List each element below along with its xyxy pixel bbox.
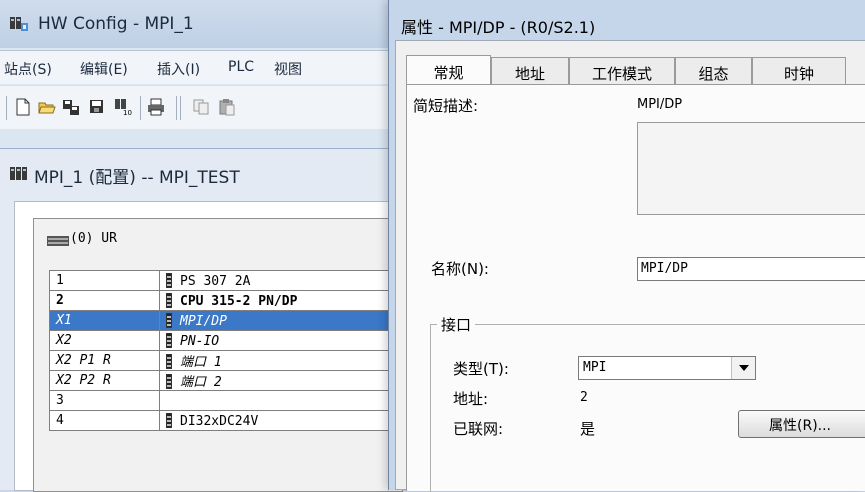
rack-row[interactable]: 4 DI32xDC24V: [49, 410, 409, 431]
rack-module-name: DI32xDC24V: [180, 413, 259, 429]
address-label: 地址:: [453, 390, 489, 408]
station-window-title: MPI_1 (配置) -- MPI_TEST: [34, 168, 240, 188]
name-label: 名称(N):: [431, 260, 489, 278]
menu-insert[interactable]: 插入(I): [157, 59, 200, 79]
hw-config-window: HW Config - MPI_1 站点(S) 编辑(E) 插入(I) PLC …: [0, 0, 409, 492]
rack-module-cell[interactable]: PS 307 2A: [159, 270, 409, 291]
rack-row[interactable]: 1 PS 307 2A: [49, 270, 409, 291]
rack-module-cell[interactable]: DI32xDC24V: [159, 410, 409, 431]
menu-station[interactable]: 站点(S): [4, 59, 52, 79]
rack-row[interactable]: X1 MPI/DP: [49, 310, 409, 331]
rack-slot-cell[interactable]: X2 P1 R: [49, 350, 160, 371]
rack-module-cell[interactable]: PN-IO: [159, 330, 409, 351]
save-as-icon[interactable]: [62, 98, 80, 116]
hw-config-app-icon: [10, 17, 28, 31]
chevron-down-icon[interactable]: [731, 357, 755, 379]
toolbar-separator: [180, 96, 181, 120]
rack-module-name: 端口 1: [180, 355, 222, 370]
interface-groupbox: [430, 324, 865, 492]
tab-configuration[interactable]: 组态: [675, 57, 752, 85]
short-description-value: MPI/DP: [637, 97, 683, 112]
rack-slot-cell[interactable]: X2: [49, 330, 160, 351]
menu-plc[interactable]: PLC: [228, 59, 254, 75]
toolbar-separator: [140, 96, 141, 120]
rack-slot-cell[interactable]: X1: [49, 310, 160, 331]
rack-slot-cell[interactable]: 2: [49, 290, 160, 311]
interface-type-value: MPI: [583, 360, 607, 375]
rack-row[interactable]: 2 CPU 315-2 PN/DP: [49, 290, 409, 311]
hw-config-titlebar[interactable]: HW Config - MPI_1: [0, 0, 400, 48]
tab-clock[interactable]: 时钟: [752, 57, 846, 85]
properties-dialog: 属性 - MPI/DP - (R0/S2.1) 常规 地址 工作模式 组态 时钟…: [388, 0, 865, 492]
rack-slot-cell[interactable]: 1: [49, 270, 160, 291]
copy-icon[interactable]: [192, 98, 210, 116]
menu-edit[interactable]: 编辑(E): [80, 59, 128, 79]
menu-bar: 站点(S) 编辑(E) 插入(I) PLC 视图: [0, 50, 400, 84]
dialog-title: 属性 - MPI/DP - (R0/S2.1): [401, 18, 596, 37]
interface-type-select[interactable]: MPI: [578, 356, 756, 380]
rack-module-cell[interactable]: [159, 390, 409, 411]
tab-strip: 常规 地址 工作模式 组态 时钟: [406, 55, 865, 86]
toolbar: 10: [0, 85, 400, 129]
interface-group-label: 接口: [437, 314, 476, 335]
rack-row[interactable]: 3: [49, 390, 409, 411]
rack-icon: [47, 236, 69, 246]
rack-module-cell[interactable]: 端口 1: [159, 350, 409, 371]
menu-view[interactable]: 视图: [274, 59, 304, 79]
rack-row[interactable]: X2 P2 R 端口 2: [49, 370, 409, 391]
print-icon[interactable]: [147, 98, 165, 116]
rack-module-cell[interactable]: 端口 2: [159, 370, 409, 391]
station-canvas[interactable]: (0) UR 1 PS 307 2A 2 CPU 315-2 PN/DP X1 MPI/D…: [14, 201, 409, 492]
new-icon[interactable]: [14, 98, 32, 116]
tab-general[interactable]: 常规: [406, 55, 491, 86]
open-icon[interactable]: [38, 98, 56, 116]
interface-properties-button[interactable]: 属性(R)...: [738, 410, 865, 438]
rack-module-name: PN-IO: [180, 333, 220, 349]
description-text-area[interactable]: [637, 122, 865, 215]
tab-address[interactable]: 地址: [491, 57, 569, 85]
address-value: 2: [580, 390, 588, 405]
type-label: 类型(T):: [453, 360, 509, 378]
module-icon: [166, 412, 172, 428]
rack-table: 1 PS 307 2A 2 CPU 315-2 PN/DP X1 MPI/DP X2 PN-I…: [49, 270, 409, 431]
networked-label: 已联网:: [453, 420, 504, 438]
rack-slot-cell[interactable]: X2 P2 R: [49, 370, 160, 391]
rack-module-name: CPU 315-2 PN/DP: [180, 293, 298, 309]
module-icon: [166, 292, 172, 308]
rack-module-cell[interactable]: MPI/DP: [159, 310, 409, 331]
dialog-client-area: 常规 地址 工作模式 组态 时钟 简短描述: MPI/DP 名称(N): MPI…: [395, 40, 865, 492]
module-icon: [166, 374, 172, 389]
rack-slot-cell[interactable]: 4: [49, 410, 160, 431]
networked-value: 是: [580, 420, 596, 438]
station-window-icon: [10, 167, 27, 180]
toolbar-separator: [6, 96, 7, 120]
general-tab-panel: 简短描述: MPI/DP 名称(N): MPI/DP 接口 类型(T): MPI…: [406, 84, 865, 492]
hw-config-title: HW Config - MPI_1: [38, 14, 194, 34]
tab-operating-mode[interactable]: 工作模式: [569, 57, 675, 85]
rack-module-cell[interactable]: CPU 315-2 PN/DP: [159, 290, 409, 311]
download-icon[interactable]: 10: [114, 98, 132, 116]
paste-icon[interactable]: [218, 98, 236, 116]
station-config-window: MPI_1 (配置) -- MPI_TEST (0) UR 1 PS 307 2A…: [0, 148, 409, 492]
rack-module-name: MPI/DP: [180, 313, 227, 329]
svg-text:10: 10: [123, 109, 132, 116]
rack-row[interactable]: X2 PN-IO: [49, 330, 409, 351]
rack-row[interactable]: X2 P1 R 端口 1: [49, 350, 409, 371]
save-icon[interactable]: [88, 98, 106, 116]
module-icon: [166, 354, 172, 369]
short-description-label: 简短描述:: [413, 97, 479, 115]
module-icon: [166, 272, 172, 288]
rack-slot-cell[interactable]: 3: [49, 390, 160, 411]
toolbar-separator: [176, 96, 177, 120]
module-icon: [166, 312, 172, 328]
rack-module-name: PS 307 2A: [180, 273, 251, 289]
module-icon: [166, 332, 172, 348]
rack-module-name: 端口 2: [180, 375, 222, 390]
rack-label: (0) UR: [70, 231, 117, 246]
name-field[interactable]: MPI/DP: [637, 257, 865, 281]
rack-panel: (0) UR 1 PS 307 2A 2 CPU 315-2 PN/DP X1 MPI/D…: [33, 218, 409, 492]
